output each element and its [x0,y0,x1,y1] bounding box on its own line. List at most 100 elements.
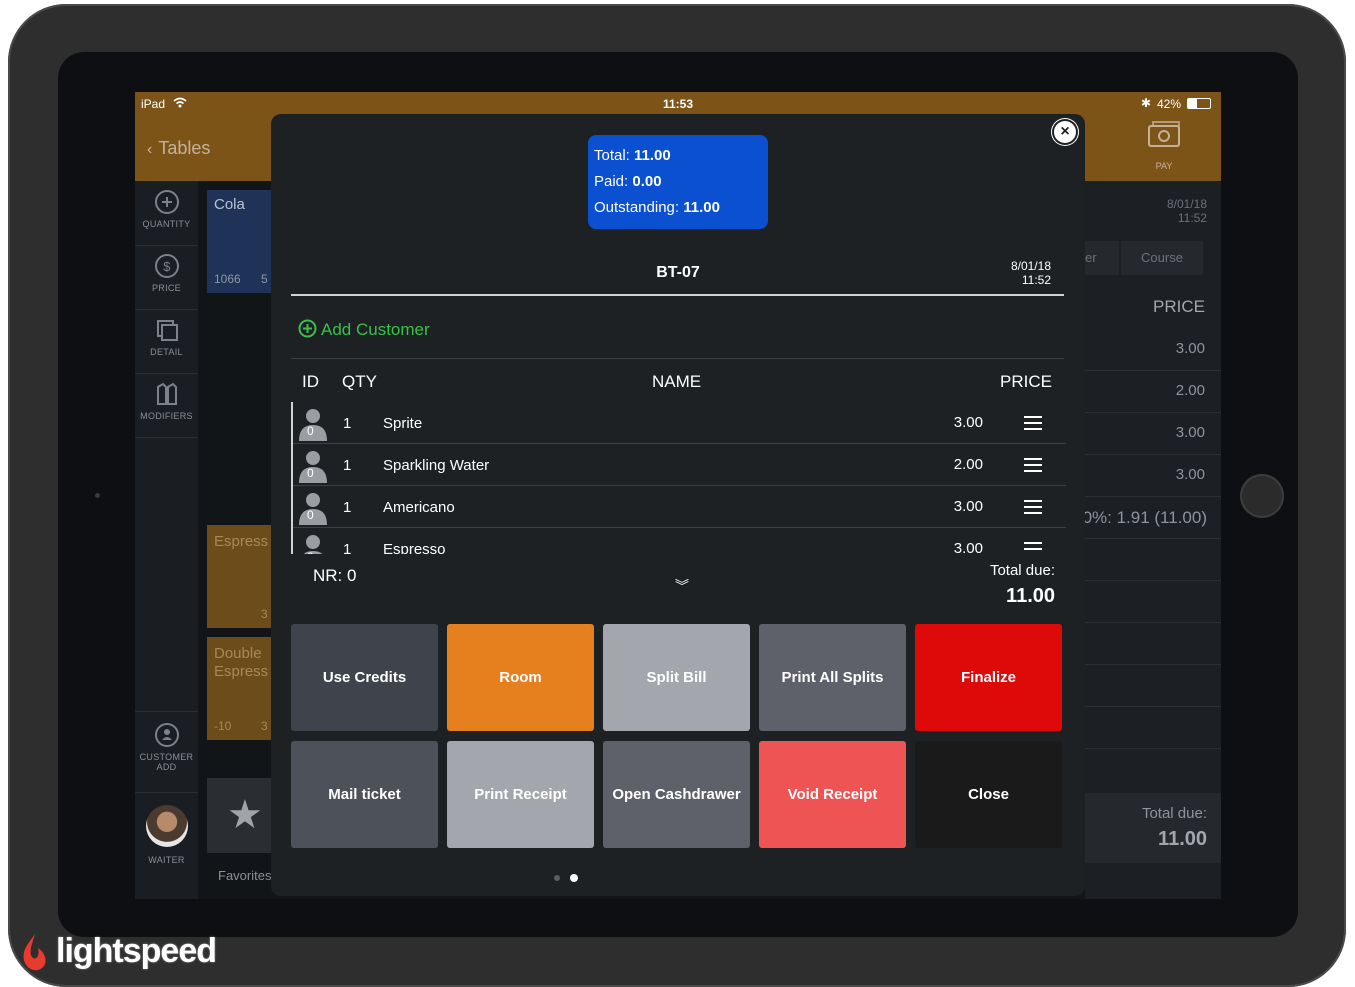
tile-name-2: Espress [214,663,269,680]
pay-label: PAY [1155,161,1173,171]
favorites-label: Favorites [218,868,272,883]
hamburger-menu-icon[interactable] [1024,542,1042,554]
price-header: PRICE [1153,297,1205,316]
col-id: ID [302,372,319,391]
waiter-button[interactable]: WAITER [135,799,198,879]
hamburger-menu-icon[interactable] [1024,416,1042,430]
bg-row: 3.00 [1085,328,1221,371]
waiter-label: WAITER [148,855,185,865]
customer-add-line1: CUSTOMER [139,752,194,762]
void-receipt-button[interactable]: Void Receipt [759,741,906,848]
col-name: NAME [652,372,702,391]
close-icon[interactable]: × [1054,121,1076,143]
chevron-down-icon[interactable]: ︾ [675,576,689,596]
item-qty: 1 [343,457,352,474]
bg-row-empty [1085,706,1221,749]
list-item[interactable]: 0 1 Sprite 3.00 [293,402,1066,444]
item-qty: 1 [343,541,352,554]
print-all-splits-button[interactable]: Print All Splits [759,624,906,731]
item-qty: 1 [343,415,352,432]
lightspeed-logo: lightspeed [18,930,218,980]
add-customer-button[interactable]: Add Customer [298,319,430,340]
left-rail: QUANTITY $ PRICE DETAIL MODIFIERS CUSTOM… [135,181,198,899]
payment-modal: × Total: 11.00 Paid: 0.00 Outstanding: 1… [271,114,1085,896]
print-receipt-button[interactable]: Print Receipt [447,741,594,848]
home-button[interactable] [1240,474,1284,518]
use-credits-button[interactable]: Use Credits [291,624,438,731]
back-button[interactable]: ‹ Tables [147,138,210,159]
tile-name: Double [214,645,262,662]
rail-item-price[interactable]: $ PRICE [135,245,198,310]
plus-circle-icon [154,190,179,214]
tile-name: Espress [214,533,269,550]
brand-name: lightspeed [56,932,217,970]
bg-price: 3.00 [1175,424,1205,441]
button-label: Mail ticket [328,786,401,803]
room-button[interactable]: Room [447,624,594,731]
bg-total-block: Total due: 11.00 [1085,793,1221,863]
items-list[interactable]: 0 1 Sprite 3.00 0 1 Sparkling Water 2.00… [291,402,1066,554]
item-qty: 1 [343,499,352,516]
customer-add-button[interactable]: CUSTOMER ADD [135,711,198,793]
list-item[interactable]: 0 1 Sparkling Water 2.00 [293,444,1066,486]
bg-total-label: Total due: [1141,805,1207,822]
button-label: Use Credits [322,669,407,686]
tile-extra: 3 [261,607,268,621]
button-label: Open Cashdrawer [612,786,741,803]
nr-label: NR: 0 [313,566,357,585]
rail-item-quantity[interactable]: QUANTITY [135,181,198,246]
waiter-avatar [145,805,188,847]
battery-icon [1187,98,1211,109]
button-label: Print All Splits [781,669,884,686]
summary-outstanding-label: Outstanding: [594,199,680,216]
finalize-button[interactable]: Finalize [915,624,1062,731]
total-due-value: 11.00 [1006,585,1055,607]
list-item[interactable]: 0 1 Americano 3.00 [293,486,1066,528]
flame-icon [23,934,46,971]
tile-code: 1066 [214,272,241,286]
button-label: Room [499,669,542,686]
page-dot[interactable] [554,875,560,881]
clock: 11:53 [663,97,694,111]
rail-item-modifiers[interactable]: MODIFIERS [135,373,198,438]
item-price: 3.00 [953,540,983,554]
tax-line: 0%: 1.91 (11.00) [1082,508,1207,527]
tab-partial[interactable]: er [1085,241,1119,275]
summary-outstanding: Outstanding: 11.00 [594,199,720,216]
list-item[interactable]: 0 1 Espresso 3.00 [293,528,1066,554]
cash-icon [1148,121,1180,147]
open-cashdrawer-button[interactable]: Open Cashdrawer [603,741,750,848]
hamburger-menu-icon[interactable] [1024,458,1042,472]
rail-item-detail[interactable]: DETAIL [135,309,198,374]
tile-extra: 3 [261,719,268,733]
device-name: iPad [141,97,166,111]
close-button[interactable]: Close [915,741,1062,848]
summary-paid-value: 0.00 [632,173,662,190]
mail-ticket-button[interactable]: Mail ticket [291,741,438,848]
tab-course-label: Course [1141,250,1183,265]
order-panel-background: 8/01/18 11:52 er Course PRICE 3.00 2.00 … [1083,181,1221,899]
col-price: PRICE [1000,372,1052,391]
button-label: Print Receipt [474,786,567,803]
pay-button[interactable]: PAY [1141,120,1187,171]
tab-course[interactable]: Course [1121,241,1203,275]
add-customer-label: Add Customer [321,320,430,339]
back-label: Tables [158,138,211,158]
button-label: Finalize [960,669,1016,686]
summary-paid: Paid: 0.00 [594,173,662,190]
customer-add-line2: ADD [156,762,177,772]
page-dot-active[interactable] [570,874,578,882]
summary-outstanding-value: 11.00 [683,199,720,216]
chevron-left-icon: ‹ [147,141,153,158]
bg-price: 3.00 [1175,466,1205,483]
summary-total-value: 11.00 [634,147,671,164]
split-bill-button[interactable]: Split Bill [603,624,750,731]
star-icon: ★ [227,793,263,837]
bg-row-empty [1085,664,1221,707]
app-screen: ‹ Tables PAY iPad 11:53 ✱ 42% QUANTITY $ … [135,92,1221,899]
item-name: Espresso [383,541,446,554]
payment-summary: Total: 11.00 Paid: 0.00 Outstanding: 11.… [588,135,768,229]
hamburger-menu-icon[interactable] [1024,500,1042,514]
bg-row: 3.00 [1085,454,1221,497]
plus-circle-icon [298,319,317,338]
